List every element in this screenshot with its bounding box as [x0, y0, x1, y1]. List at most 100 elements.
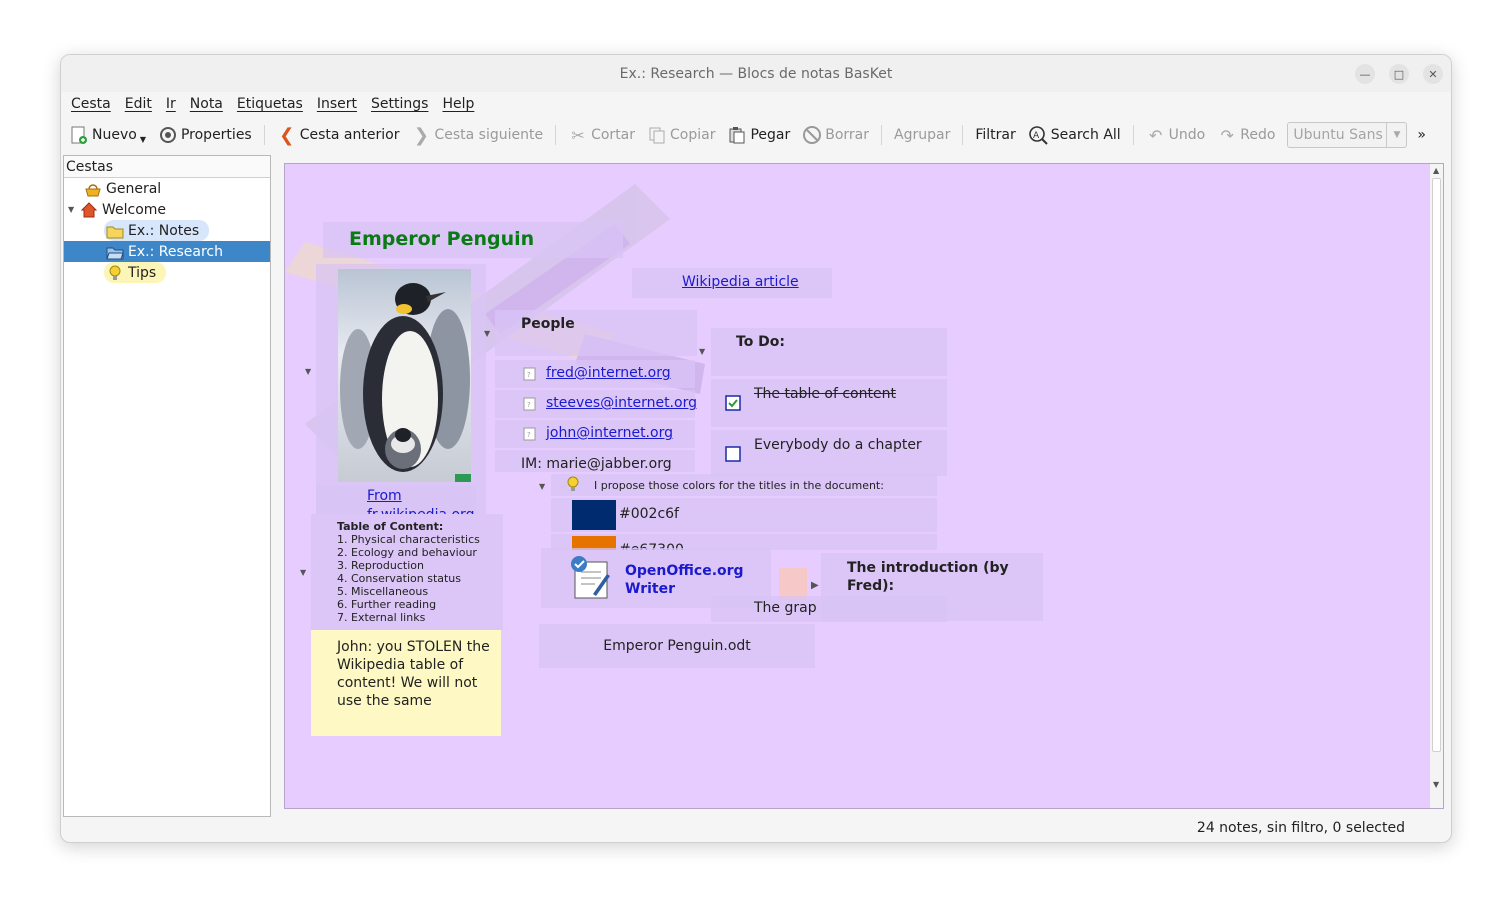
todo-title-note[interactable]: To Do: — [711, 328, 947, 376]
paste-button[interactable]: Pegar — [727, 125, 790, 145]
menu-cesta[interactable]: Cesta — [71, 96, 111, 112]
scroll-down-icon[interactable]: ▼ — [1433, 780, 1439, 789]
menu-etiquetas[interactable]: Etiquetas — [237, 96, 303, 112]
app-window: Ex.: Research — Blocs de notas BasKet — … — [60, 54, 1452, 843]
chevron-down-icon[interactable]: ▼ — [1386, 123, 1406, 147]
font-selector[interactable]: Ubuntu Sans ▼ — [1287, 122, 1408, 148]
previous-basket-label: Cesta anterior — [299, 127, 400, 143]
toc-note[interactable]: Table of Content: 1. Physical characteri… — [311, 514, 503, 630]
scrollbar-thumb[interactable] — [1432, 178, 1441, 752]
folder-icon — [106, 222, 124, 240]
copy-icon — [647, 125, 667, 145]
filter-button[interactable]: Filtrar — [975, 127, 1015, 143]
email-note[interactable]: ? steeves@internet.org — [495, 390, 697, 418]
previous-basket-button[interactable]: ❮ Cesta anterior — [277, 124, 400, 146]
font-selector-value: Ubuntu Sans — [1293, 127, 1383, 143]
basket-item-label: Welcome — [102, 201, 167, 218]
new-button[interactable]: Nuevo ▼ — [69, 125, 146, 145]
close-button[interactable]: ✕ — [1423, 64, 1443, 84]
next-basket-button[interactable]: ❯ Cesta siguiente — [411, 124, 543, 146]
search-all-button[interactable]: A Search All — [1028, 125, 1121, 145]
note-handle-icon[interactable]: ▼ — [305, 367, 311, 376]
group-collapse-icon[interactable]: ▼ — [484, 329, 490, 338]
cut-button[interactable]: ✂ Cortar — [568, 125, 635, 145]
introduction-note[interactable]: The introduction (by Fred): — [821, 553, 1043, 621]
todo-item-note[interactable]: Everybody do a chapter — [711, 430, 947, 476]
redo-button[interactable]: ↷ Redo — [1217, 125, 1276, 145]
odt-file-note[interactable]: Emperor Penguin.odt — [539, 624, 815, 668]
properties-button[interactable]: Properties — [158, 125, 252, 145]
sticky-note[interactable]: John: you STOLEN the Wikipedia table of … — [311, 630, 501, 736]
group-button[interactable]: Agrupar — [894, 127, 950, 143]
basket-item-welcome[interactable]: ▼ Welcome — [68, 199, 166, 220]
menu-edit[interactable]: Edit — [125, 96, 152, 112]
basket-canvas[interactable]: Emperor Penguin Wikipedia article ▼ From… — [284, 163, 1444, 809]
expand-arrow-icon[interactable]: ▼ — [68, 205, 80, 214]
toc-item: 7. External links — [337, 611, 426, 624]
delete-icon — [802, 125, 822, 145]
unchecked-checkbox-icon[interactable] — [725, 446, 741, 466]
im-address: IM: marie@jabber.org — [521, 456, 672, 472]
people-title-note[interactable]: People — [495, 310, 697, 356]
search-all-label: Search All — [1050, 127, 1121, 143]
copy-label: Copiar — [670, 127, 716, 143]
chevron-left-icon: ❮ — [279, 124, 295, 146]
colors-intro-note[interactable]: I propose those colors for the titles in… — [551, 474, 937, 496]
undo-label: Undo — [1168, 127, 1206, 143]
home-icon — [80, 201, 98, 219]
undo-button[interactable]: ↶ Undo — [1146, 125, 1206, 145]
minimize-button[interactable]: — — [1355, 64, 1375, 84]
basket-item-general[interactable]: General — [84, 178, 161, 199]
window-title: Ex.: Research — Blocs de notas BasKet — [619, 65, 893, 82]
toc-title: Table of Content: — [337, 520, 444, 533]
image-caption-source-link[interactable]: fr.wikipedia.org — [367, 506, 474, 514]
lightbulb-icon — [566, 476, 580, 496]
checked-checkbox-icon[interactable] — [725, 395, 741, 415]
todo-item-note[interactable]: The table of content — [711, 379, 947, 427]
odt-file-link[interactable]: Emperor Penguin.odt — [539, 638, 815, 654]
basket-tree: Cestas General ▼ Welcome Ex.: Notes Ex.:… — [63, 155, 271, 817]
email-note[interactable]: ? fred@internet.org — [495, 360, 695, 388]
toc-item: 1. Physical characteristics — [337, 533, 480, 546]
email-link[interactable]: fred@internet.org — [546, 365, 671, 381]
svg-text:?: ? — [527, 431, 531, 439]
email-link[interactable]: steeves@internet.org — [546, 395, 697, 411]
image-caption-note[interactable]: From fr.wikipedia.org — [316, 486, 476, 514]
basket-item-label: Ex.: Notes — [128, 222, 200, 239]
toc-item: 3. Reproduction — [337, 559, 424, 572]
menu-nota[interactable]: Nota — [190, 96, 223, 112]
new-label: Nuevo — [92, 127, 137, 143]
new-dropdown-icon[interactable]: ▼ — [140, 135, 146, 144]
copy-button[interactable]: Copiar — [647, 125, 715, 145]
email-link[interactable]: john@internet.org — [546, 425, 673, 441]
canvas-scrollbar[interactable]: ▲ ▼ — [1429, 164, 1443, 808]
email-note[interactable]: ? john@internet.org — [495, 420, 695, 448]
title-note[interactable]: Emperor Penguin — [323, 222, 623, 258]
basket-item-research[interactable]: Ex.: Research — [64, 241, 270, 262]
group-expand-icon[interactable]: ▶ — [811, 580, 819, 591]
todo-item-label: The grap — [754, 600, 817, 616]
image-caption-link[interactable]: From — [367, 488, 402, 504]
menu-settings[interactable]: Settings — [371, 96, 428, 112]
contact-icon: ? — [523, 427, 537, 445]
chevron-right-icon: ❯ — [413, 124, 430, 146]
im-note[interactable]: IM: marie@jabber.org — [495, 450, 695, 472]
menu-insert[interactable]: Insert — [317, 96, 357, 112]
menu-ir[interactable]: Ir — [166, 96, 176, 112]
group-collapse-icon[interactable]: ▼ — [539, 482, 545, 491]
color-swatch-note[interactable]: #002c6f — [551, 498, 937, 532]
maximize-button[interactable]: □ — [1389, 64, 1409, 84]
delete-button[interactable]: Borrar — [802, 125, 869, 145]
basket-item-label: Ex.: Research — [128, 243, 223, 260]
toolbar-overflow-button[interactable]: » — [1417, 127, 1426, 143]
wikipedia-link[interactable]: Wikipedia article — [682, 274, 799, 290]
toolbar-separator — [263, 125, 265, 145]
color-swatch-label: #002c6f — [619, 506, 679, 522]
note-handle-icon[interactable]: ▼ — [300, 568, 306, 577]
group-collapse-icon[interactable]: ▼ — [699, 347, 705, 356]
basket-item-notes[interactable]: Ex.: Notes — [104, 220, 210, 241]
scroll-up-icon[interactable]: ▲ — [1433, 166, 1439, 175]
wikipedia-link-note[interactable]: Wikipedia article — [632, 268, 832, 298]
basket-item-tips[interactable]: Tips — [104, 262, 167, 283]
menu-help[interactable]: Help — [442, 96, 474, 112]
